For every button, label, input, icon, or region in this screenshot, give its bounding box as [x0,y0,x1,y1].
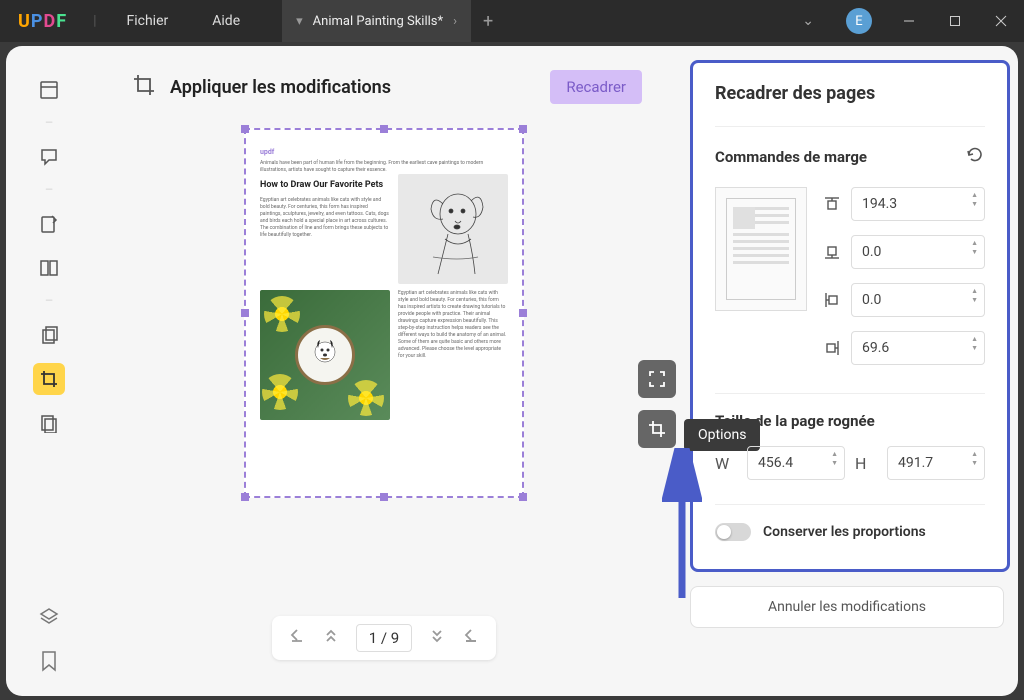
aspect-ratio-label: Conserver les proportions [763,524,926,540]
margin-bottom-input[interactable]: 0.0▲▼ [851,235,985,269]
crop-panel: Recadrer des pages Commandes de marge 19… [690,60,1010,572]
margin-preview [715,187,807,311]
app-logo: UPDF [0,11,85,32]
sidebar: — — — [6,46,92,696]
maximize-button[interactable] [932,0,978,42]
panel-title: Recadrer des pages [715,83,985,104]
document-tab[interactable]: ▾ Animal Painting Skills* › [282,0,471,42]
pager: 1 / 9 [102,616,666,660]
sidebar-compress[interactable] [33,407,65,439]
tab-title: Animal Painting Skills* [313,14,443,29]
new-tab-button[interactable]: + [471,11,505,32]
sidebar-edit[interactable] [33,208,65,240]
sidebar-bookmark[interactable] [40,650,58,676]
margin-bottom-icon [821,243,843,261]
document-page[interactable]: updf Animals have been part of human lif… [244,128,524,498]
sidebar-crop[interactable] [33,363,65,395]
page-prev[interactable] [322,627,340,649]
crop-button[interactable]: Recadrer [550,70,642,104]
margin-top-icon [821,195,843,213]
aspect-ratio-toggle[interactable] [715,523,751,541]
crop-header-icon [132,73,156,101]
menu-help[interactable]: Aide [190,13,262,29]
page-last[interactable] [462,627,480,649]
close-button[interactable] [978,0,1024,42]
crop-options-tool[interactable] [638,410,676,448]
page-first[interactable] [288,627,306,649]
doc-dog-sketch [398,174,508,284]
sidebar-thumbnails[interactable] [33,74,65,106]
margin-section-title: Commandes de marge [715,148,867,166]
margin-right-icon [821,339,843,357]
sidebar-comment[interactable] [33,141,65,173]
height-label: H [855,454,877,473]
sidebar-layers[interactable] [38,606,60,632]
arrow-annotation [662,448,702,612]
sidebar-organize[interactable] [33,319,65,351]
margin-right-input[interactable]: 69.6▲▼ [851,331,985,365]
page-next[interactable] [428,627,446,649]
height-input[interactable]: 491.7▲▼ [887,446,985,480]
main-area: — — — Appliquer les modifications Recadr… [6,46,1018,696]
cancel-button[interactable]: Annuler les modifications [690,586,1004,628]
doc-heading: How to Draw Our Favorite Pets [260,180,390,191]
margin-left-input[interactable]: 0.0▲▼ [851,283,985,317]
width-label: W [715,454,737,473]
titlebar-dropdown-icon[interactable]: ⌄ [784,13,832,29]
doc-flower-image [260,290,390,420]
width-input[interactable]: 456.4▲▼ [747,446,845,480]
margin-left-icon [821,291,843,309]
reset-margins-icon[interactable] [965,145,985,169]
menu-file[interactable]: Fichier [105,13,191,29]
page-input[interactable]: 1 / 9 [356,624,413,652]
sidebar-pages[interactable] [33,252,65,284]
user-avatar[interactable]: E [846,8,872,34]
content-area: Appliquer les modifications Recadrer upd… [92,46,676,696]
titlebar: UPDF | Fichier Aide ▾ Animal Painting Sk… [0,0,1024,42]
margin-top-input[interactable]: 194.3▲▼ [851,187,985,221]
doc-brand: updf [260,148,508,156]
page-title: Appliquer les modifications [170,77,391,98]
tab-dropdown-icon[interactable]: ▾ [296,14,303,29]
chevron-right-icon[interactable]: › [453,14,457,29]
fullscreen-tool[interactable] [638,360,676,398]
minimize-button[interactable] [886,0,932,42]
